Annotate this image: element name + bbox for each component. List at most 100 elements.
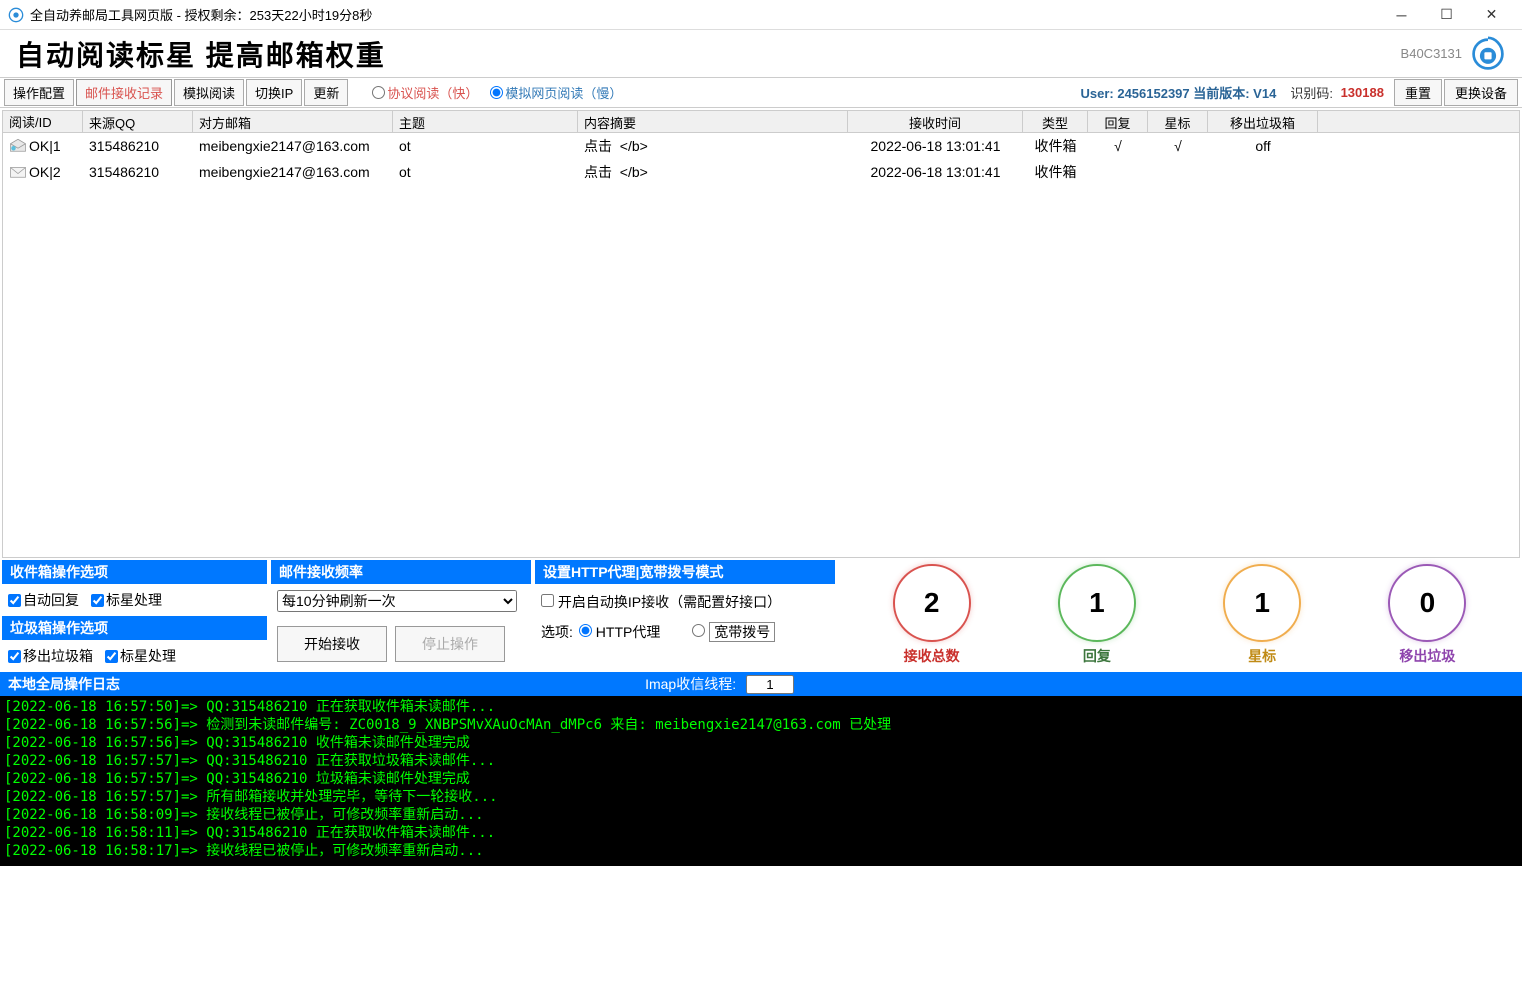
cell-type: 收件箱 [1023,134,1088,158]
toolbar: 操作配置 邮件接收记录 模拟阅读 切换IP 更新 协议阅读（快） 模拟网页阅读（… [0,78,1522,108]
log-line: [2022-06-18 16:57:57]=> 所有邮箱接收并处理完毕，等待下一… [4,788,1518,806]
http-proxy-radio[interactable]: HTTP代理 [579,622,660,642]
radio-protocol-input[interactable] [372,86,385,99]
log-line: [2022-06-18 16:57:57]=> QQ:315486210 正在获… [4,752,1518,770]
stat-reply-label: 回复 [1083,646,1111,666]
log-line: [2022-06-18 16:57:56]=> QQ:315486210 收件箱… [4,734,1518,752]
stat-star: 1 星标 [1223,564,1301,666]
inbox-options-panel: 收件箱操作选项 自动回复 标星处理 垃圾箱操作选项 移出垃圾箱 标星处理 [2,560,267,670]
th-email[interactable]: 对方邮箱 [193,111,393,132]
app-icon [8,7,24,23]
cell-qq: 315486210 [83,136,193,156]
th-trash[interactable]: 移出垃圾箱 [1208,111,1318,132]
radio-protocol-read[interactable]: 协议阅读（快） [372,83,478,102]
auto-reply-label: 自动回复 [23,590,79,610]
auto-ip-label: 开启自动换IP接收（需配置好接口） [558,594,781,610]
imap-label-text: Imap收信线程: [645,676,736,692]
auto-reply-checkbox[interactable]: 自动回复 [8,590,79,610]
broadband-radio[interactable]: 宽带拨号 [692,622,775,642]
stat-reply: 1 回复 [1058,564,1136,666]
tab-mail-records[interactable]: 邮件接收记录 [76,79,172,106]
auto-reply-input[interactable] [8,594,21,607]
cell-star: √ [1148,136,1208,156]
option-label: 选项: [541,622,573,642]
th-read[interactable]: 阅读/ID [3,111,83,132]
auto-ip-checkbox[interactable]: 开启自动换IP接收（需配置好接口） [541,592,781,612]
cell-email: meibengxie2147@163.com [193,162,393,182]
move-trash-checkbox[interactable]: 移出垃圾箱 [8,646,93,666]
trash-star-checkbox[interactable]: 标星处理 [105,646,176,666]
log-line: [2022-06-18 16:58:17]=> 接收线程已被停止，可修改频率重新… [4,842,1518,860]
mail-table: 阅读/ID 来源QQ 对方邮箱 主题 内容摘要 接收时间 类型 回复 星标 移出… [2,110,1520,558]
cell-summary: 点击 </b> [578,134,848,158]
cell-summary: 点击 </b> [578,160,848,184]
table-header-row: 阅读/ID 来源QQ 对方邮箱 主题 内容摘要 接收时间 类型 回复 星标 移出… [3,111,1519,133]
cell-star [1148,170,1208,174]
inbox-panel-title: 收件箱操作选项 [2,560,267,584]
id-label: 识别码: [1290,83,1333,102]
imap-thread-input[interactable] [746,675,794,694]
auto-ip-input[interactable] [541,594,554,607]
move-trash-input[interactable] [8,650,21,663]
th-time[interactable]: 接收时间 [848,111,1023,132]
close-button[interactable]: ✕ [1469,1,1514,29]
log-line: [2022-06-18 16:57:57]=> QQ:315486210 垃圾箱… [4,770,1518,788]
http-panel-title: 设置HTTP代理|宽带拨号模式 [535,560,835,584]
th-qq[interactable]: 来源QQ [83,111,193,132]
titlebar: 全自动养邮局工具网页版 - 授权剩余：253天22小时19分8秒 ─ ☐ ✕ [0,0,1522,30]
trash-star-input[interactable] [105,650,118,663]
th-subject[interactable]: 主题 [393,111,578,132]
banner: 自动阅读标星 提高邮箱权重 B40C3131 [0,30,1522,78]
cell-reply: √ [1088,136,1148,156]
trash-star-label: 标星处理 [120,646,176,666]
logo-icon [1470,36,1506,72]
slogan-text: 自动阅读标星 提高邮箱权重 [16,34,1401,74]
star-process-input[interactable] [91,594,104,607]
maximize-button[interactable]: ☐ [1424,1,1469,29]
minimize-button[interactable]: ─ [1379,1,1424,29]
http-proxy-panel: 设置HTTP代理|宽带拨号模式 开启自动换IP接收（需配置好接口） 选项: HT… [535,560,835,670]
start-receive-button[interactable]: 开始接收 [277,626,387,662]
reset-button[interactable]: 重置 [1394,79,1442,106]
frequency-select[interactable]: 每10分钟刷新一次 [277,590,517,612]
stop-operation-button[interactable]: 停止操作 [395,626,505,662]
tab-simulate-read[interactable]: 模拟阅读 [174,79,244,106]
table-row[interactable]: OK|2 315486210 meibengxie2147@163.com ot… [3,159,1519,185]
th-star[interactable]: 星标 [1148,111,1208,132]
radio-webpage-input[interactable] [490,86,503,99]
radio-webpage-label: 模拟网页阅读（慢） [505,83,622,102]
window-controls: ─ ☐ ✕ [1379,1,1514,29]
log-title: 本地全局操作日志 [8,674,120,694]
stat-total-value: 2 [893,564,971,642]
star-process-checkbox[interactable]: 标星处理 [91,590,162,610]
tab-update[interactable]: 更新 [304,79,348,106]
th-type[interactable]: 类型 [1023,111,1088,132]
change-device-button[interactable]: 更换设备 [1444,79,1518,106]
table-row[interactable]: OK|1 315486210 meibengxie2147@163.com ot… [3,133,1519,159]
tab-switch-ip[interactable]: 切换IP [246,79,302,106]
radio-protocol-label: 协议阅读（快） [387,83,478,102]
cell-type: 收件箱 [1023,160,1088,184]
window-title: 全自动养邮局工具网页版 - 授权剩余：253天22小时19分8秒 [30,5,1379,24]
th-reply[interactable]: 回复 [1088,111,1148,132]
stat-trash: 0 移出垃圾 [1388,564,1466,666]
cell-trash: off [1208,136,1318,156]
user-info: User: 2456152397 当前版本: V14 [1080,83,1276,102]
frequency-panel: 邮件接收频率 每10分钟刷新一次 开始接收 停止操作 [271,560,531,670]
cell-time: 2022-06-18 13:01:41 [848,136,1023,156]
log-line: [2022-06-18 16:58:11]=> QQ:315486210 正在获… [4,824,1518,842]
cell-read: OK|1 [3,136,83,156]
imap-thread-label: Imap收信线程: [645,674,794,694]
stat-star-label: 星标 [1248,646,1276,666]
stat-trash-value: 0 [1388,564,1466,642]
banner-code: B40C3131 [1401,46,1462,61]
log-body[interactable]: [2022-06-18 16:57:50]=> QQ:315486210 正在获… [0,696,1522,866]
star-process-label: 标星处理 [106,590,162,610]
http-proxy-input[interactable] [579,624,592,637]
http-proxy-label: HTTP代理 [596,624,661,640]
th-summary[interactable]: 内容摘要 [578,111,848,132]
radio-webpage-read[interactable]: 模拟网页阅读（慢） [490,83,622,102]
broadband-input[interactable] [692,624,705,637]
stat-reply-value: 1 [1058,564,1136,642]
tab-config[interactable]: 操作配置 [4,79,74,106]
